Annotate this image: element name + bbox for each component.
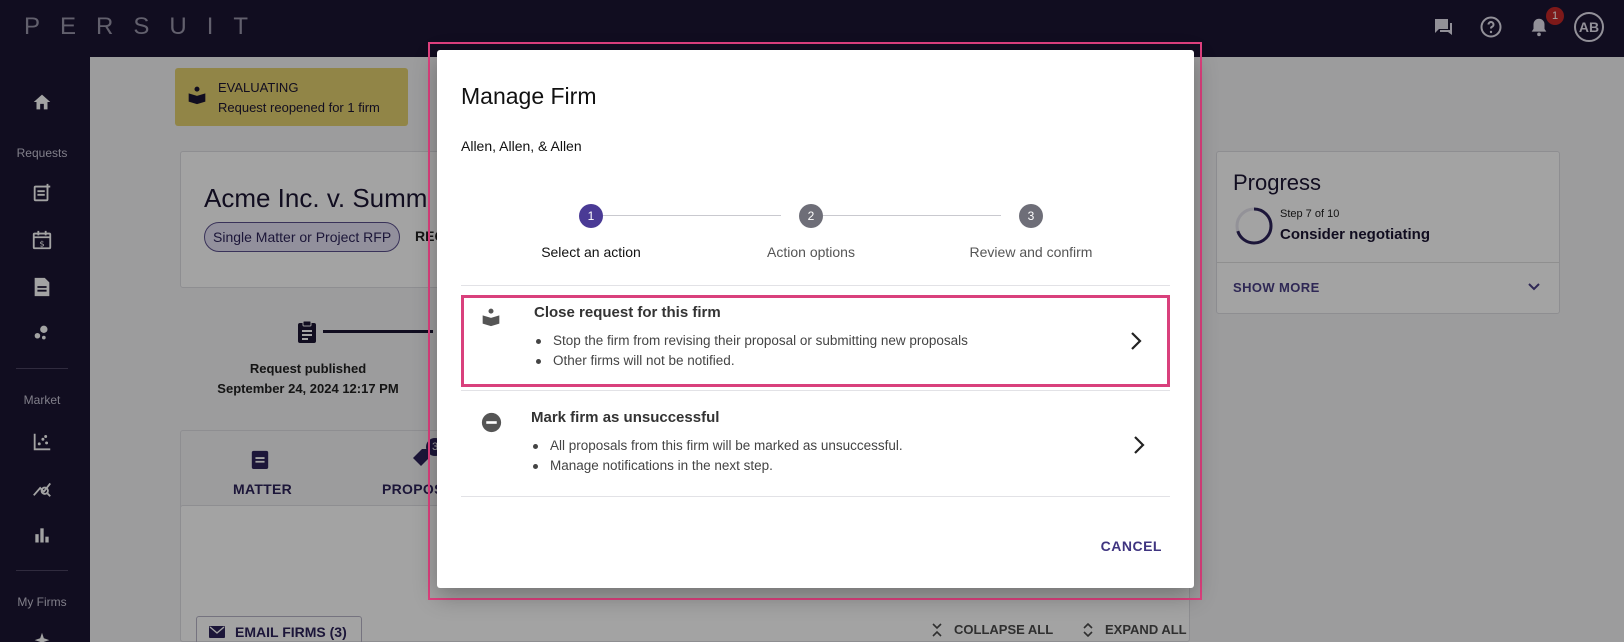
option-bullet: Other firms will not be notified. [534,351,968,371]
option-title: Close request for this firm [534,304,721,321]
firm-name: Allen, Allen, & Allen [461,138,582,154]
cancel-button[interactable]: CANCEL [1101,538,1162,554]
step-2-label: Action options [767,244,855,260]
chevron-right-icon [1131,332,1142,350]
option-mark-unsuccessful[interactable]: Mark firm as unsuccessful All proposals … [461,400,1170,492]
option-bullet: Stop the firm from revising their propos… [534,331,968,351]
stepper: 1 2 3 Select an action Action options Re… [461,204,1170,274]
option-bullets: Stop the firm from revising their propos… [534,331,968,371]
options-divider-bottom [461,496,1170,497]
step-3-label: Review and confirm [969,244,1093,260]
dialog-title: Manage Firm [461,83,597,109]
step-2-circle: 2 [799,204,823,228]
options-divider-top [461,285,1170,286]
option-bullet: Manage notifications in the next step. [531,456,903,476]
option-bullets: All proposals from this firm will be mar… [531,436,903,476]
chevron-right-icon [1134,436,1145,454]
step-3-circle: 3 [1019,204,1043,228]
option-title: Mark firm as unsuccessful [531,409,720,426]
step-connector [823,215,1001,216]
option-close-request[interactable]: Close request for this firm Stop the fir… [461,295,1170,387]
step-1-circle: 1 [579,204,603,228]
option-bullet: All proposals from this firm will be mar… [531,436,903,456]
minus-circle-icon [480,411,502,433]
manage-firm-dialog: Manage Firm Allen, Allen, & Allen 1 2 3 … [437,50,1194,588]
open-book-icon [480,306,502,328]
step-1-label: Select an action [541,244,641,260]
options-divider [461,390,1170,391]
step-connector [603,215,781,216]
